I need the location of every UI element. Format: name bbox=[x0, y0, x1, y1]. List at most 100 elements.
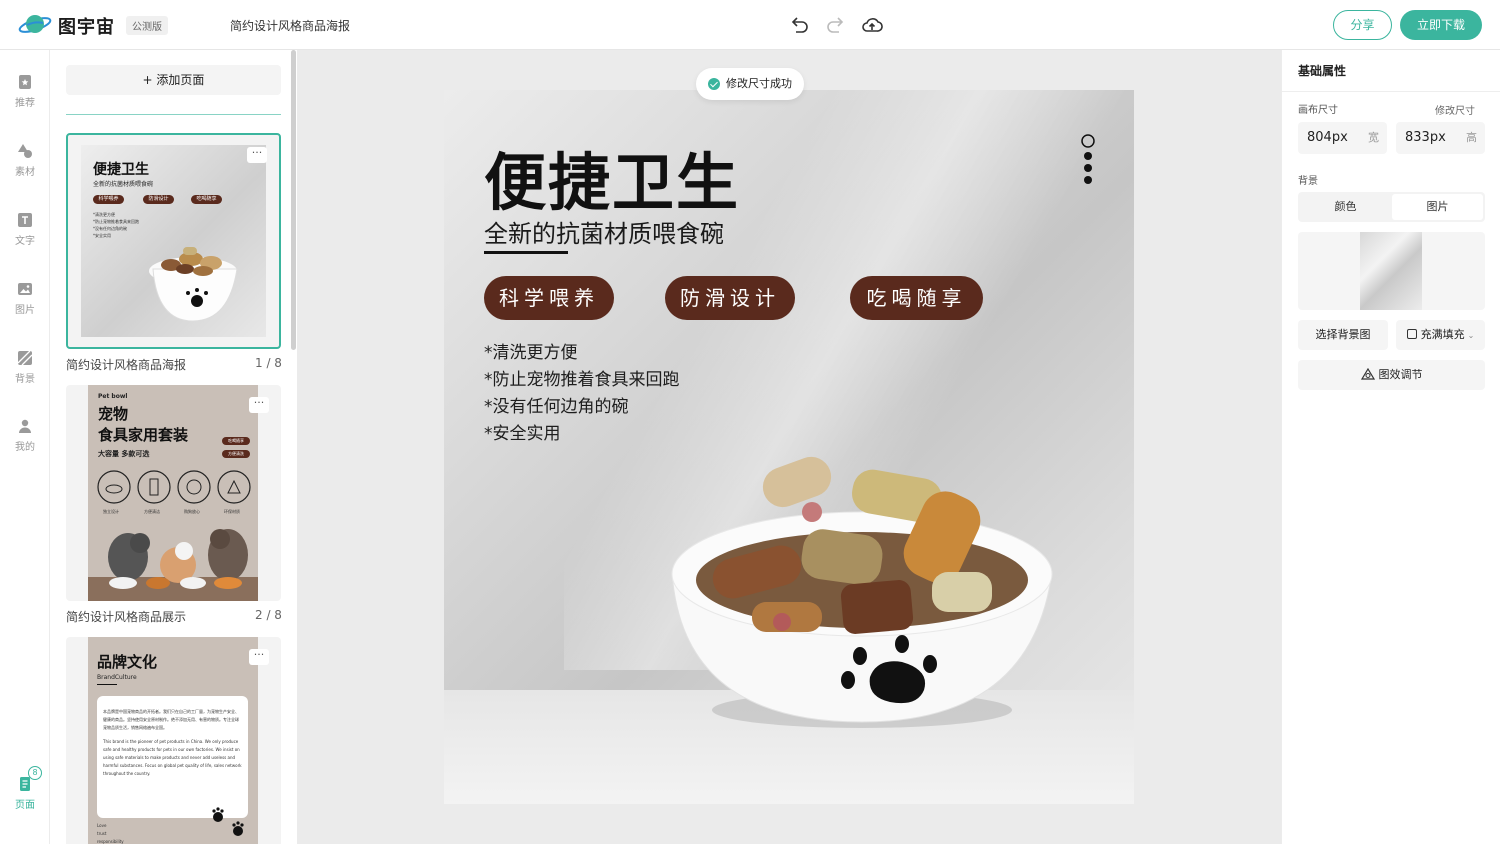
tab-image[interactable]: 图片 bbox=[1392, 194, 1483, 220]
image-effects-button[interactable]: 图效调节 bbox=[1298, 360, 1485, 390]
thumb-tag: 吃喝随享 bbox=[222, 437, 250, 445]
fill-mode-select[interactable]: 充满填充 ⌄ bbox=[1396, 320, 1485, 350]
redo-icon[interactable] bbox=[825, 14, 847, 36]
rail-item-text[interactable]: 文字 bbox=[0, 212, 50, 247]
rail-item-image[interactable]: 图片 bbox=[0, 281, 50, 316]
poster-underline[interactable] bbox=[484, 251, 568, 254]
fill-icon bbox=[1406, 329, 1417, 339]
decorative-dots-icon[interactable] bbox=[1080, 134, 1096, 186]
paw-print-icon bbox=[212, 807, 244, 836]
rail-item-background[interactable]: 背景 bbox=[0, 350, 50, 385]
toast-text: 修改尺寸成功 bbox=[726, 77, 792, 90]
rail-label: 图片 bbox=[15, 305, 35, 316]
poster-tag[interactable]: 吃喝随享 bbox=[850, 276, 983, 320]
poster-tag[interactable]: 科学喂养 bbox=[484, 276, 614, 320]
rail-item-mine[interactable]: 我的 bbox=[0, 418, 50, 453]
thumb-icon-label: 环保材质 bbox=[224, 509, 240, 514]
thumb-title: 品牌文化 bbox=[97, 653, 158, 671]
divider bbox=[1282, 91, 1500, 92]
cloud-upload-icon[interactable] bbox=[861, 14, 883, 36]
thumb-eyebrow: Pet bowl bbox=[98, 393, 128, 400]
edit-size-link[interactable]: 修改尺寸 bbox=[1435, 102, 1475, 117]
poster-tag[interactable]: 防滑设计 bbox=[665, 276, 795, 320]
thumbnail-more-icon[interactable]: ··· bbox=[247, 147, 267, 163]
undo-icon[interactable] bbox=[788, 14, 810, 36]
pet-bowl-image[interactable] bbox=[662, 452, 1062, 742]
planet-logo-icon[interactable] bbox=[18, 12, 52, 38]
thumb-tag: 防滑设计 bbox=[143, 195, 174, 204]
thumb-subtitle: 大容量 多款可选 bbox=[98, 450, 150, 458]
background-type-tabs: 颜色 图片 bbox=[1298, 192, 1485, 222]
effects-label: 图效调节 bbox=[1378, 368, 1423, 381]
thumb-icon-label: 购狗放心 bbox=[184, 509, 200, 514]
thumb-title-line2: 食具家用套装 bbox=[98, 426, 189, 444]
thumb-tag: 科学喂养 bbox=[93, 195, 124, 204]
recommend-icon bbox=[19, 75, 31, 89]
fill-mode-label: 充满填充 bbox=[1420, 328, 1465, 341]
document-title[interactable]: 简约设计风格商品海报 bbox=[230, 17, 350, 34]
rail-label: 背景 bbox=[15, 374, 35, 385]
effects-icon bbox=[1360, 367, 1375, 380]
poster-title[interactable]: 便捷卫生 bbox=[484, 132, 740, 222]
thumb-feature: *清洗更方便 bbox=[93, 212, 115, 217]
thumbnail-more-icon[interactable]: ··· bbox=[249, 397, 269, 413]
shapes-icon bbox=[18, 144, 32, 158]
height-input[interactable]: 833px 高 bbox=[1396, 122, 1485, 154]
background-icon bbox=[17, 350, 33, 366]
poster-feature[interactable]: *清洗更方便 bbox=[484, 338, 578, 363]
thumbnail-more-icon[interactable]: ··· bbox=[249, 649, 269, 665]
thumb-footer-line: responsibility bbox=[97, 839, 124, 844]
background-swatch bbox=[1360, 232, 1422, 310]
rail-item-materials[interactable]: 素材 bbox=[0, 143, 50, 178]
divider bbox=[66, 114, 281, 115]
poster-feature[interactable]: *安全实用 bbox=[484, 419, 561, 444]
feature-icons-row bbox=[97, 470, 251, 504]
rail-item-recommend[interactable]: 推荐 bbox=[0, 74, 50, 109]
thumb-subtitle: 全新的抗菌材质喂食碗 bbox=[93, 181, 154, 188]
thumb-icon-label: 方便清洁 bbox=[144, 509, 160, 514]
rail-label: 文字 bbox=[15, 236, 35, 247]
thumb-underline bbox=[97, 684, 117, 685]
background-preview[interactable] bbox=[1298, 232, 1485, 310]
thumb-feature: *防止宠物推着食具来回跑 bbox=[93, 219, 139, 224]
properties-title: 基础属性 bbox=[1298, 64, 1347, 78]
rail-label: 页面 bbox=[15, 800, 35, 811]
tab-color[interactable]: 颜色 bbox=[1300, 194, 1391, 220]
top-bar: 图宇宙 公测版 简约设计风格商品海报 分享 立即下载 bbox=[0, 0, 1500, 50]
width-input[interactable]: 804px 宽 bbox=[1298, 122, 1387, 154]
thumb-footer-line: trust bbox=[97, 831, 107, 836]
thumb-subtitle: BrandCulture bbox=[97, 674, 137, 681]
add-page-label: 添加页面 bbox=[156, 73, 205, 87]
canvas-size-label: 画布尺寸 bbox=[1298, 105, 1338, 116]
page-thumbnail-3[interactable]: 品牌文化 BrandCulture 本品牌是中国宠物商品的开拓者。我们只在自己的… bbox=[66, 637, 281, 844]
pet-bowl-illustration bbox=[149, 247, 238, 322]
app-name[interactable]: 图宇宙 bbox=[58, 13, 115, 39]
download-button[interactable]: 立即下载 bbox=[1400, 10, 1482, 40]
thumb-tag: 吃喝随享 bbox=[191, 195, 222, 204]
thumbnail-index: 2 / 8 bbox=[255, 608, 282, 622]
page-thumbnail-1[interactable]: 便捷卫生 全新的抗菌材质喂食碗 科学喂养 防滑设计 吃喝随享 *清洗更方便 *防… bbox=[66, 133, 281, 349]
rail-label: 推荐 bbox=[15, 98, 35, 109]
page-thumbnail-2[interactable]: Pet bowl 宠物 食具家用套装 大容量 多款可选 吃喝随享 方便清洗 独立… bbox=[66, 385, 281, 601]
height-value: 833px bbox=[1405, 130, 1446, 145]
thumbnail-canvas: 品牌文化 BrandCulture 本品牌是中国宠物商品的开拓者。我们只在自己的… bbox=[88, 637, 258, 844]
thumb-title: 便捷卫生 bbox=[93, 162, 149, 178]
poster-subtitle[interactable]: 全新的抗菌材质喂食碗 bbox=[484, 214, 724, 249]
thumb-icon-label: 独立设计 bbox=[103, 509, 119, 514]
width-unit: 宽 bbox=[1368, 131, 1379, 144]
chevron-down-icon: ⌄ bbox=[1467, 331, 1475, 340]
pages-scrollbar-thumb[interactable] bbox=[291, 50, 296, 350]
poster-feature[interactable]: *没有任何边角的碗 bbox=[484, 392, 629, 417]
thumbnail-caption: 简约设计风格商品海报 bbox=[66, 358, 187, 372]
thumb-footer-line: Love bbox=[97, 823, 107, 828]
properties-panel: 基础属性 画布尺寸 修改尺寸 804px 宽 833px 高 背景 颜色 图片 … bbox=[1281, 50, 1500, 844]
thumb-text-card: 本品牌是中国宠物商品的开拓者。我们只在自己的工厂量，为宠物生产安全、健康的商品。… bbox=[97, 696, 248, 818]
poster-canvas[interactable]: 便捷卫生 全新的抗菌材质喂食碗 科学喂养 防滑设计 吃喝随享 *清洗更方便 *防… bbox=[444, 90, 1134, 804]
rail-item-pages[interactable]: 8 页面 bbox=[0, 766, 50, 811]
share-button[interactable]: 分享 bbox=[1333, 10, 1392, 40]
thumbnail-canvas: Pet bowl 宠物 食具家用套装 大容量 多款可选 吃喝随享 方便清洗 独立… bbox=[88, 385, 258, 601]
rail-label: 我的 bbox=[15, 442, 35, 453]
choose-background-button[interactable]: 选择背景图 bbox=[1298, 320, 1388, 350]
poster-feature[interactable]: *防止宠物推着食具来回跑 bbox=[484, 365, 680, 390]
add-page-button[interactable]: + 添加页面 bbox=[66, 65, 281, 95]
